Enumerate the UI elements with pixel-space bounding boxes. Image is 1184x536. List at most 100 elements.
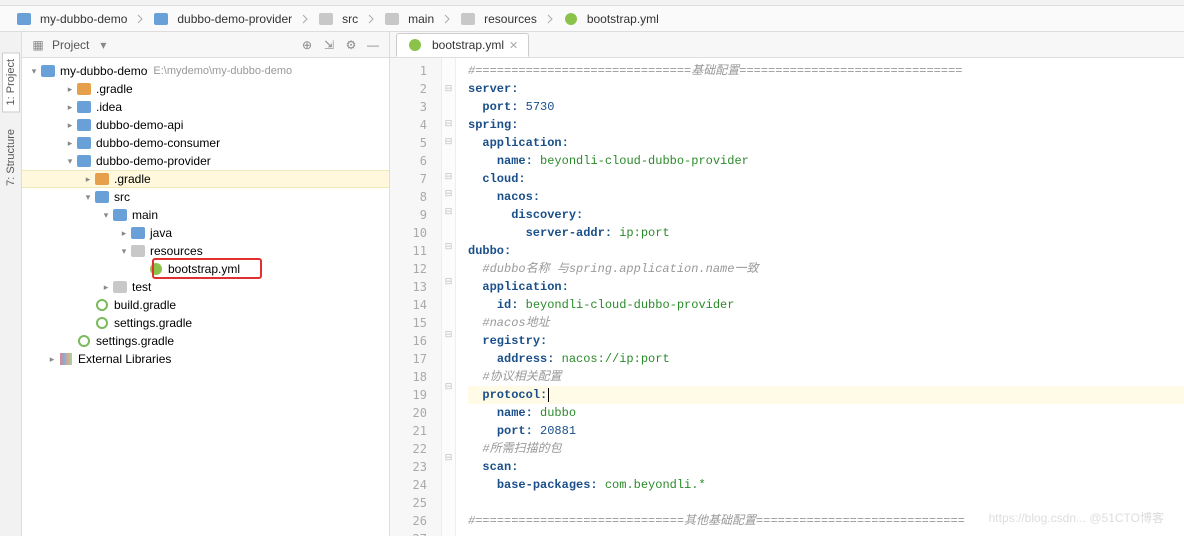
code-line[interactable]: application: (468, 278, 1184, 296)
breadcrumb-item[interactable]: main (378, 9, 440, 29)
fold-marker[interactable]: ⊟ (442, 273, 455, 291)
fold-marker[interactable]: ⊟ (442, 238, 455, 256)
fold-marker[interactable] (442, 413, 455, 431)
tree-item[interactable]: ▸.idea (22, 98, 389, 116)
code-line[interactable]: name: beyondli-cloud-dubbo-provider (468, 152, 1184, 170)
code-line[interactable]: server: (468, 80, 1184, 98)
fold-marker[interactable] (442, 308, 455, 326)
code-line[interactable]: id: beyondli-cloud-dubbo-provider (468, 296, 1184, 314)
code-line[interactable]: server-addr: ip:port (468, 224, 1184, 242)
tool-tab-structure[interactable]: 7: Structure (2, 122, 20, 193)
code-line[interactable]: application: (468, 134, 1184, 152)
tree-item[interactable]: ▸dubbo-demo-api (22, 116, 389, 134)
fold-marker[interactable]: ⊟ (442, 115, 455, 133)
fold-marker[interactable] (442, 62, 455, 80)
code-line[interactable]: scan: (468, 458, 1184, 476)
code-line[interactable]: cloud: (468, 170, 1184, 188)
breadcrumb-item[interactable]: bootstrap.yml (557, 9, 665, 29)
breadcrumb-item[interactable]: resources (454, 9, 543, 29)
gear-icon[interactable]: ⚙ (343, 37, 359, 53)
breadcrumb-item[interactable]: src (312, 9, 364, 29)
fold-marker[interactable] (442, 361, 455, 379)
tree-item[interactable]: ▾main (22, 206, 389, 224)
code-line[interactable]: dubbo: (468, 242, 1184, 260)
code-line[interactable]: #所需扫描的包 (468, 440, 1184, 458)
target-icon[interactable]: ⊕ (299, 37, 315, 53)
code-line[interactable] (468, 530, 1184, 536)
tree-item[interactable]: bootstrap.yml (22, 260, 389, 278)
fold-marker[interactable] (442, 220, 455, 238)
hide-icon[interactable]: — (365, 37, 381, 53)
tree-item[interactable]: ▸test (22, 278, 389, 296)
code-line[interactable]: registry: (468, 332, 1184, 350)
tree-item[interactable]: build.gradle (22, 296, 389, 314)
fold-marker[interactable] (442, 255, 455, 273)
code-line[interactable]: base-packages: com.beyondli.* (468, 476, 1184, 494)
fold-marker[interactable] (442, 290, 455, 308)
code-line[interactable]: address: nacos://ip:port (468, 350, 1184, 368)
code-line[interactable]: protocol: (468, 386, 1184, 404)
fold-marker[interactable] (442, 466, 455, 484)
fold-column[interactable]: ⊟⊟⊟⊟⊟⊟⊟⊟⊟⊟⊟ (442, 58, 456, 536)
fold-marker[interactable] (442, 343, 455, 361)
tree-root[interactable]: ▾my-dubbo-demoE:\mydemo\my-dubbo-demo (22, 62, 389, 80)
tree-item[interactable]: ▸.gradle (22, 80, 389, 98)
fold-marker[interactable]: ⊟ (442, 185, 455, 203)
code-line[interactable]: spring: (468, 116, 1184, 134)
close-icon[interactable]: ✕ (509, 39, 518, 52)
code-line[interactable]: #协议相关配置 (468, 368, 1184, 386)
tree-caret-icon[interactable]: ▾ (118, 242, 130, 260)
fold-marker[interactable]: ⊟ (442, 132, 455, 150)
tree-item[interactable]: ▸.gradle (22, 170, 389, 188)
fold-marker[interactable] (442, 501, 455, 519)
tree-caret-icon[interactable]: ▸ (100, 278, 112, 296)
breadcrumb-item[interactable]: dubbo-demo-provider (147, 9, 298, 29)
tree-caret-icon[interactable]: ▾ (82, 188, 94, 206)
code-area[interactable]: #==============================基础配置=====… (456, 58, 1184, 536)
collapse-icon[interactable]: ⇲ (321, 37, 337, 53)
tree-caret-icon[interactable]: ▸ (64, 80, 76, 98)
fold-marker[interactable] (442, 431, 455, 449)
tree-item[interactable]: ▸dubbo-demo-consumer (22, 134, 389, 152)
tree-caret-icon[interactable]: ▾ (100, 206, 112, 224)
tree-caret-icon[interactable]: ▸ (46, 350, 58, 368)
tree-caret-icon[interactable]: ▸ (64, 116, 76, 134)
fold-marker[interactable] (442, 484, 455, 502)
editor-tab[interactable]: bootstrap.yml ✕ (396, 33, 529, 57)
dropdown-icon[interactable]: ▾ (95, 37, 111, 53)
code-line[interactable]: #==============================基础配置=====… (468, 62, 1184, 80)
fold-marker[interactable] (442, 97, 455, 115)
code-line[interactable]: port: 20881 (468, 422, 1184, 440)
tree-item[interactable]: settings.gradle (22, 314, 389, 332)
breadcrumb-item[interactable]: my-dubbo-demo (10, 9, 133, 29)
fold-marker[interactable]: ⊟ (442, 203, 455, 221)
tree-item[interactable]: ▾resources (22, 242, 389, 260)
code-line[interactable]: #dubbo名称 与spring.application.name一致 (468, 260, 1184, 278)
tree-item[interactable]: ▸java (22, 224, 389, 242)
fold-marker[interactable]: ⊟ (442, 325, 455, 343)
fold-marker[interactable]: ⊟ (442, 378, 455, 396)
fold-marker[interactable]: ⊟ (442, 80, 455, 98)
code-line[interactable]: discovery: (468, 206, 1184, 224)
tree-item[interactable]: ▾src (22, 188, 389, 206)
fold-marker[interactable] (442, 150, 455, 168)
project-panel: ▦ Project ▾ ⊕ ⇲ ⚙ — ▾my-dubbo-demoE:\myd… (22, 32, 390, 536)
tree-item[interactable]: ▾dubbo-demo-provider (22, 152, 389, 170)
fold-marker[interactable] (442, 396, 455, 414)
project-tree[interactable]: ▾my-dubbo-demoE:\mydemo\my-dubbo-demo▸.g… (22, 58, 389, 536)
tree-caret-icon[interactable]: ▸ (64, 98, 76, 116)
tree-item[interactable]: ▸External Libraries (22, 350, 389, 368)
code-line[interactable]: nacos: (468, 188, 1184, 206)
tree-caret-icon[interactable]: ▾ (64, 152, 76, 170)
fold-marker[interactable]: ⊟ (442, 167, 455, 185)
code-line[interactable]: name: dubbo (468, 404, 1184, 422)
tree-caret-icon[interactable]: ▸ (118, 224, 130, 242)
fold-marker[interactable]: ⊟ (442, 448, 455, 466)
tree-caret-icon[interactable]: ▸ (82, 170, 94, 188)
tree-caret-icon[interactable]: ▸ (64, 134, 76, 152)
code-line[interactable]: port: 5730 (468, 98, 1184, 116)
tool-tab-project[interactable]: 1: Project (2, 52, 20, 112)
tree-item[interactable]: settings.gradle (22, 332, 389, 350)
code-line[interactable]: #nacos地址 (468, 314, 1184, 332)
fold-marker[interactable] (442, 519, 455, 536)
